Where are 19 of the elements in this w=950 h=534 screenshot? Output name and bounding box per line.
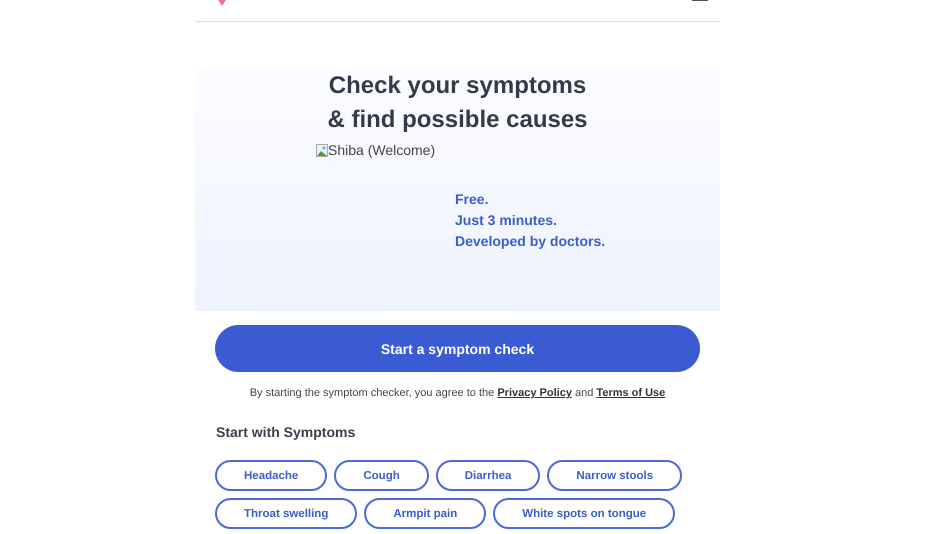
image-alt-text: Shiba (Welcome) (328, 142, 436, 158)
tagline: Free. (455, 191, 490, 208)
tagline: Just 3 minutes. (455, 212, 558, 229)
tagline: Developed by doctors. (455, 233, 606, 250)
headline: & find possible causes (327, 105, 588, 135)
section-heading: Start with Symptoms (216, 424, 356, 440)
terms-link[interactable]: Terms of Use (596, 387, 666, 399)
headline: Check your symptoms (328, 71, 586, 101)
consent-text: By starting the symptom checker, you agree to the Privacy Policy and Terms of Use (248, 387, 666, 399)
broken-image-icon (316, 144, 328, 156)
privacy-link[interactable]: Privacy Policy (497, 387, 572, 399)
start-check-button[interactable]: Start a symptom check (215, 325, 700, 372)
symptom-chip[interactable]: Diarrhea (436, 460, 540, 491)
symptom-chip[interactable]: White spots on tongue (493, 498, 676, 529)
symptom-chip[interactable]: Cough (334, 460, 429, 491)
symptom-chip[interactable]: Narrow stools (547, 460, 682, 491)
symptom-chip[interactable]: Throat swelling (215, 498, 358, 529)
symptom-chip[interactable]: Armpit pain (364, 498, 486, 529)
symptom-chip[interactable]: Headache (215, 460, 328, 491)
